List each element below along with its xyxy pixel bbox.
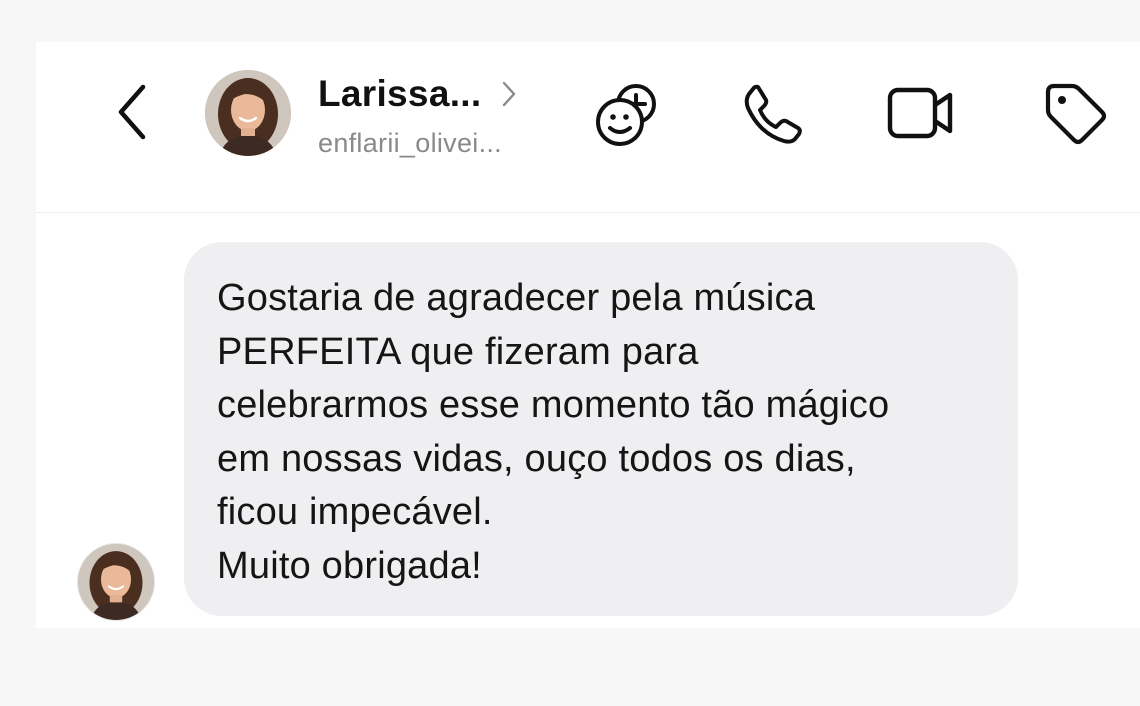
message-bubble[interactable]: Gostaria de agradecer pela música PERFEI… [184,242,1018,616]
contact-name: Larissa... [318,73,482,114]
message-line: em nossas vidas, ouço todos os dias, [217,437,856,480]
message-line: ficou impecável. [217,491,493,533]
tag-icon [1045,83,1107,145]
chevron-left-icon [118,84,146,140]
avatar-photo [205,70,291,156]
video-call-button[interactable] [884,78,956,150]
label-button[interactable] [1040,78,1112,150]
phone-icon [744,84,802,144]
message-line: Gostaria de agradecer pela música [217,277,816,319]
effects-button[interactable] [593,78,665,150]
chat-header: Larissa... enflarii_olivei... [36,42,1140,213]
video-camera-icon [887,87,953,139]
contact-avatar[interactable] [205,70,291,156]
message-line: celebrarmos esse momento tão mágico [217,384,890,426]
avatar-photo [78,544,154,620]
call-button[interactable] [736,78,808,150]
contact-username: enflarii_olivei... [318,128,502,158]
sender-avatar[interactable] [78,544,154,620]
sticker-add-icon [596,84,656,146]
chat-panel: Larissa... enflarii_olivei... Gostaria d… [36,42,1140,628]
app-window: Larissa... enflarii_olivei... Gostaria d… [0,0,1140,706]
back-button[interactable] [110,82,154,142]
chevron-right-icon [501,80,517,108]
message-line: PERFEITA que fizeram para [217,330,699,373]
contact-name-row[interactable]: Larissa... [318,72,517,116]
message-line: Muito obrigada! [217,544,482,587]
